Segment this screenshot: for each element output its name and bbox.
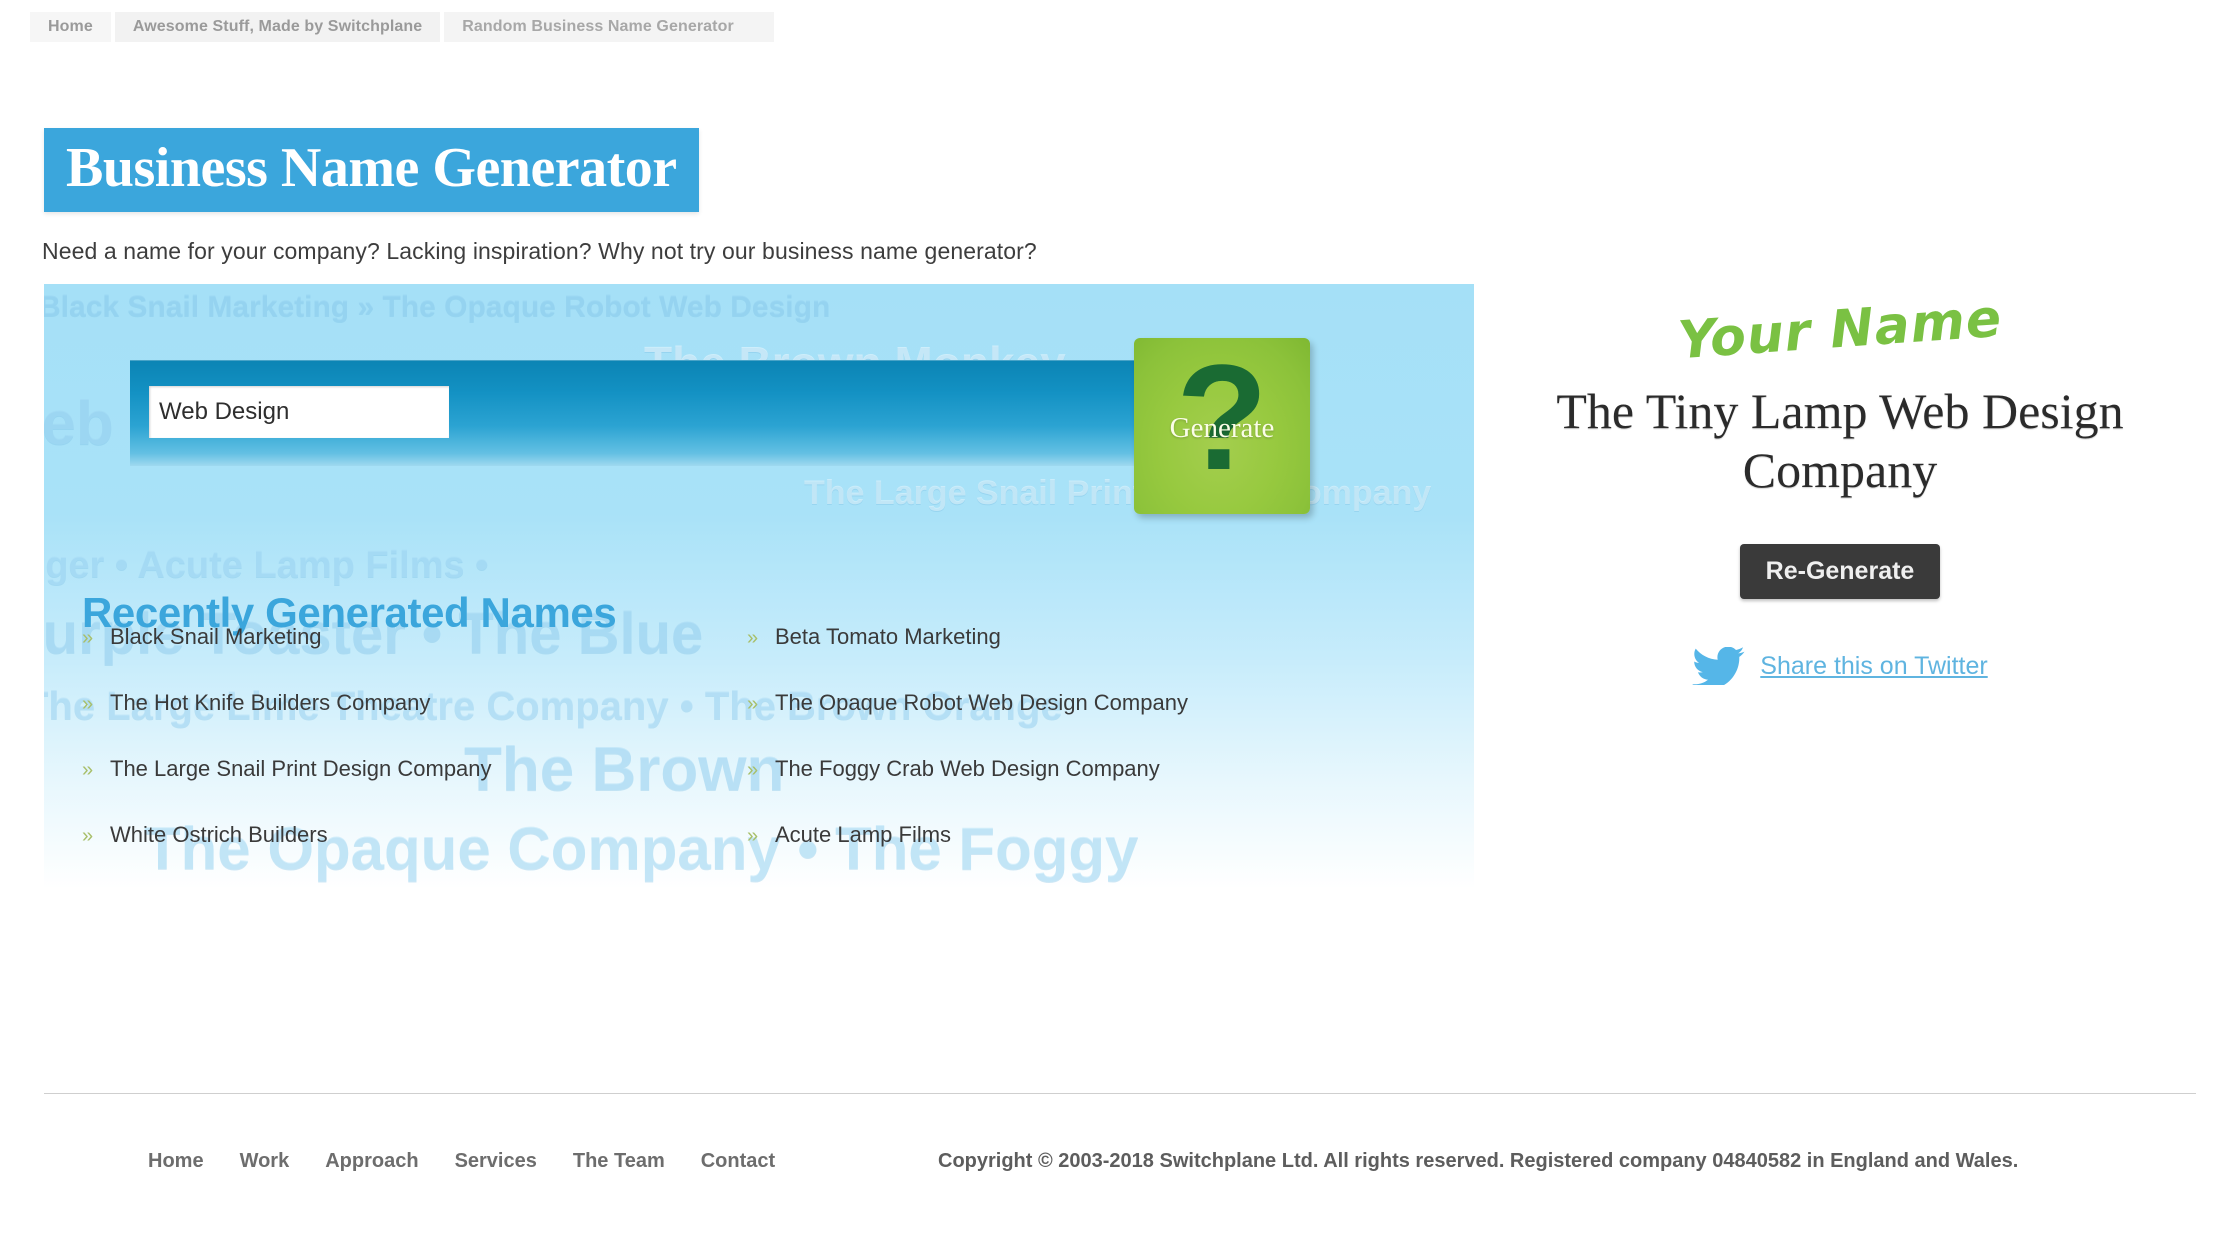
footer-link-contact[interactable]: Contact [701,1150,775,1173]
footer-link-work[interactable]: Work [240,1150,290,1173]
breadcrumb-item-home[interactable]: Home [30,12,111,42]
footer-link-services[interactable]: Services [455,1150,537,1173]
list-item-label: White Ostrich Builders [110,822,328,847]
footer-link-approach[interactable]: Approach [325,1150,418,1173]
breadcrumb-item-awesome-stuff[interactable]: Awesome Stuff, Made by Switchplane [114,12,441,42]
footer-link-home[interactable]: Home [148,1150,204,1173]
list-item[interactable]: » The Opaque Robot Web Design Company [747,690,1412,756]
recently-generated-column-right: » Beta Tomato Marketing » The Opaque Rob… [747,624,1412,889]
watermark-line: » Black Snail Marketing » The Opaque Rob… [44,290,831,323]
chevron-right-icon: » [747,825,759,847]
page-intro-text: Need a name for your company? Lacking in… [42,238,1037,264]
chevron-right-icon: » [747,627,759,649]
list-item[interactable]: » The Big Panda Web Design Company [747,888,1412,889]
list-item-label: Black Snail Marketing [110,624,322,649]
breadcrumb-item-random-business-name-generator[interactable]: Random Business Name Generator [444,12,774,42]
share-on-twitter-link[interactable]: Share this on Twitter [1760,652,1987,681]
generate-button-label: Generate [1169,412,1275,444]
watermark-line: The Tiger • Acute Lamp Films • [44,544,489,586]
list-item-label: The Opaque Robot Web Design Company [775,690,1188,715]
footer-copyright: Copyright © 2003-2018 Switchplane Ltd. A… [938,1150,2019,1172]
list-item[interactable]: » Sad Orange Web Design [82,888,747,889]
list-item-label: The Big Panda Web Design Company [775,888,1146,889]
footer-link-the-team[interactable]: The Team [573,1150,665,1173]
watermark-line: The Large Snail Print Design Company [804,474,1432,512]
chevron-right-icon: » [82,759,94,781]
generate-button[interactable]: ? Generate [1134,338,1310,514]
breadcrumb-label: Home [48,18,93,35]
twitter-bird-icon [1692,647,1746,685]
result-panel: Your Name The Tiny Lamp Web Design Compa… [1520,289,2160,685]
breadcrumb-label: Awesome Stuff, Made by Switchplane [132,18,423,35]
list-item-label: The Hot Knife Builders Company [110,690,431,715]
list-item-label: Sad Orange Web Design [110,888,354,889]
list-item[interactable]: » The Large Snail Print Design Company [82,756,747,822]
list-item[interactable]: » Black Snail Marketing [82,624,747,690]
page-title: Business Name Generator [44,127,699,212]
list-item-label: Beta Tomato Marketing [775,624,1001,649]
list-item-label: The Foggy Crab Web Design Company [775,756,1160,781]
breadcrumb-label: Random Business Name Generator [462,18,734,35]
generated-business-name: The Tiny Lamp Web Design Company [1556,383,2124,498]
generator-panel: » Black Snail Marketing » The Opaque Rob… [44,284,1474,889]
footer-nav: Home Work Approach Services The Team Con… [148,1150,775,1173]
share-row: Share this on Twitter [1520,647,2160,685]
chevron-right-icon: » [82,627,94,649]
recently-generated-column-left: » Black Snail Marketing » The Hot Knife … [82,624,747,889]
list-item[interactable]: » The Hot Knife Builders Company [82,690,747,756]
breadcrumb: Home Awesome Stuff, Made by Switchplane … [30,12,778,42]
list-item-label: The Large Snail Print Design Company [110,756,492,781]
chevron-right-icon: » [747,693,759,715]
generator-search-row: ? Generate [130,338,1310,514]
keyword-input[interactable] [149,386,449,438]
chevron-right-icon: » [747,759,759,781]
chevron-right-icon: » [82,825,94,847]
list-item[interactable]: » Acute Lamp Films [747,822,1412,888]
recently-generated-list: » Black Snail Marketing » The Hot Knife … [82,624,1412,889]
re-generate-button[interactable]: Re-Generate [1739,544,1941,599]
chevron-right-icon: » [82,693,94,715]
list-item[interactable]: » White Ostrich Builders [82,822,747,888]
list-item[interactable]: » The Foggy Crab Web Design Company [747,756,1412,822]
footer-divider [44,1093,2196,1094]
list-item[interactable]: » Beta Tomato Marketing [747,624,1412,690]
list-item-label: Acute Lamp Films [775,822,952,847]
your-name-eyebrow: Your Name [1676,288,2004,372]
search-bar-background [130,360,1150,466]
